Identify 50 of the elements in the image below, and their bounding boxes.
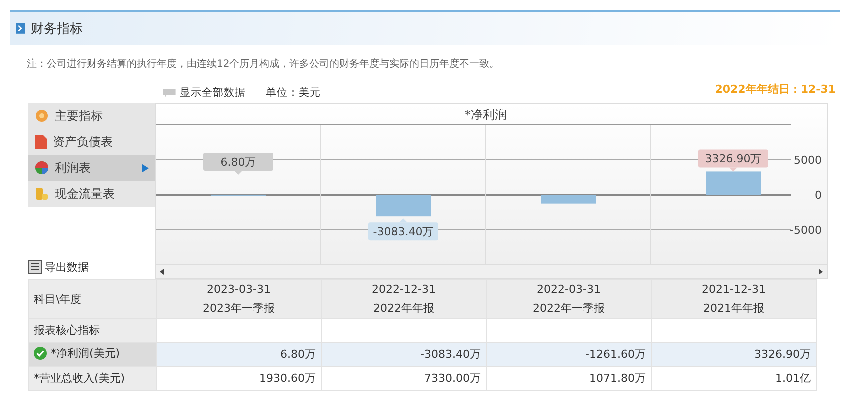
menu-item[interactable]: 现金流量表 <box>28 181 155 207</box>
table-header-cell: 2021-12-31 2021年年报 <box>652 280 816 318</box>
table-cell: -1261.60万 <box>586 348 646 361</box>
horizontal-scrollbar[interactable] <box>156 264 827 278</box>
table-cell: 7330.00万 <box>424 372 481 385</box>
value-label: -3083.40万 <box>368 218 438 241</box>
chevron-icon <box>16 23 25 34</box>
table-header-cell: 2023-03-31 2023年一季报 <box>156 280 322 318</box>
y-tick-label: 0 <box>815 189 822 202</box>
table-header-cell: 2022-03-31 2022年一季报 <box>486 280 652 318</box>
flower-icon <box>35 109 49 123</box>
table-cell: 3326.90万 <box>754 348 811 361</box>
y-tick-label: 5000 <box>794 154 822 167</box>
check-circle-icon <box>34 347 47 360</box>
data-label: 6.80万 <box>220 156 256 169</box>
document-icon <box>35 135 47 149</box>
table-cell: 1.01亿 <box>776 372 811 385</box>
table-header-cell: 科目\年度 <box>28 280 156 318</box>
bar <box>541 195 596 204</box>
scroll-right-icon[interactable] <box>819 268 823 274</box>
row-label: *营业总收入(美元) <box>34 371 126 386</box>
menu-item[interactable]: 主要指标 <box>28 103 155 129</box>
table-cell: 1930.60万 <box>260 372 316 385</box>
export-data-link[interactable]: 导出数据 <box>45 260 89 274</box>
table-header-cell: 2022-12-31 2022年年报 <box>322 280 486 318</box>
bar <box>376 195 431 217</box>
note-text: 注：公司进行财务结算的执行年度，由连续12个历月构成，许多公司的财务年度与实际的日历年度不一致。 <box>26 58 501 71</box>
value-label: 6.80万 <box>204 153 274 175</box>
table-cell: 6.80万 <box>280 348 316 361</box>
pie-chart-icon <box>35 161 49 175</box>
spreadsheet-icon[interactable] <box>28 260 42 274</box>
value-label: 3326.90万 <box>698 150 768 172</box>
row-label: *净利润(美元) <box>51 346 120 361</box>
data-label: -3083.40万 <box>373 226 434 239</box>
bar <box>706 172 761 195</box>
data-label: 3326.90万 <box>705 152 762 166</box>
triangle-right-icon <box>142 164 149 172</box>
unit-label: 单位：美元 <box>266 86 321 100</box>
y-tick-label: -5000 <box>790 224 822 237</box>
menu-item[interactable]: 利润表 <box>28 155 155 181</box>
coins-icon <box>35 187 49 201</box>
table-cell: 1071.80万 <box>590 372 646 385</box>
chart-title: *净利润 <box>465 108 507 122</box>
menu-item[interactable]: 资产负债表 <box>28 129 155 155</box>
panel-title: 财务指标 <box>31 20 83 38</box>
table-cell: -3083.40万 <box>420 348 481 361</box>
scroll-left-icon[interactable] <box>160 268 164 274</box>
year-end-label: 2022年年结日：12-31 <box>715 82 836 96</box>
row-label: 报表核心指标 <box>34 323 100 338</box>
show-all-data-link[interactable]: 显示全部数据 <box>180 86 246 100</box>
